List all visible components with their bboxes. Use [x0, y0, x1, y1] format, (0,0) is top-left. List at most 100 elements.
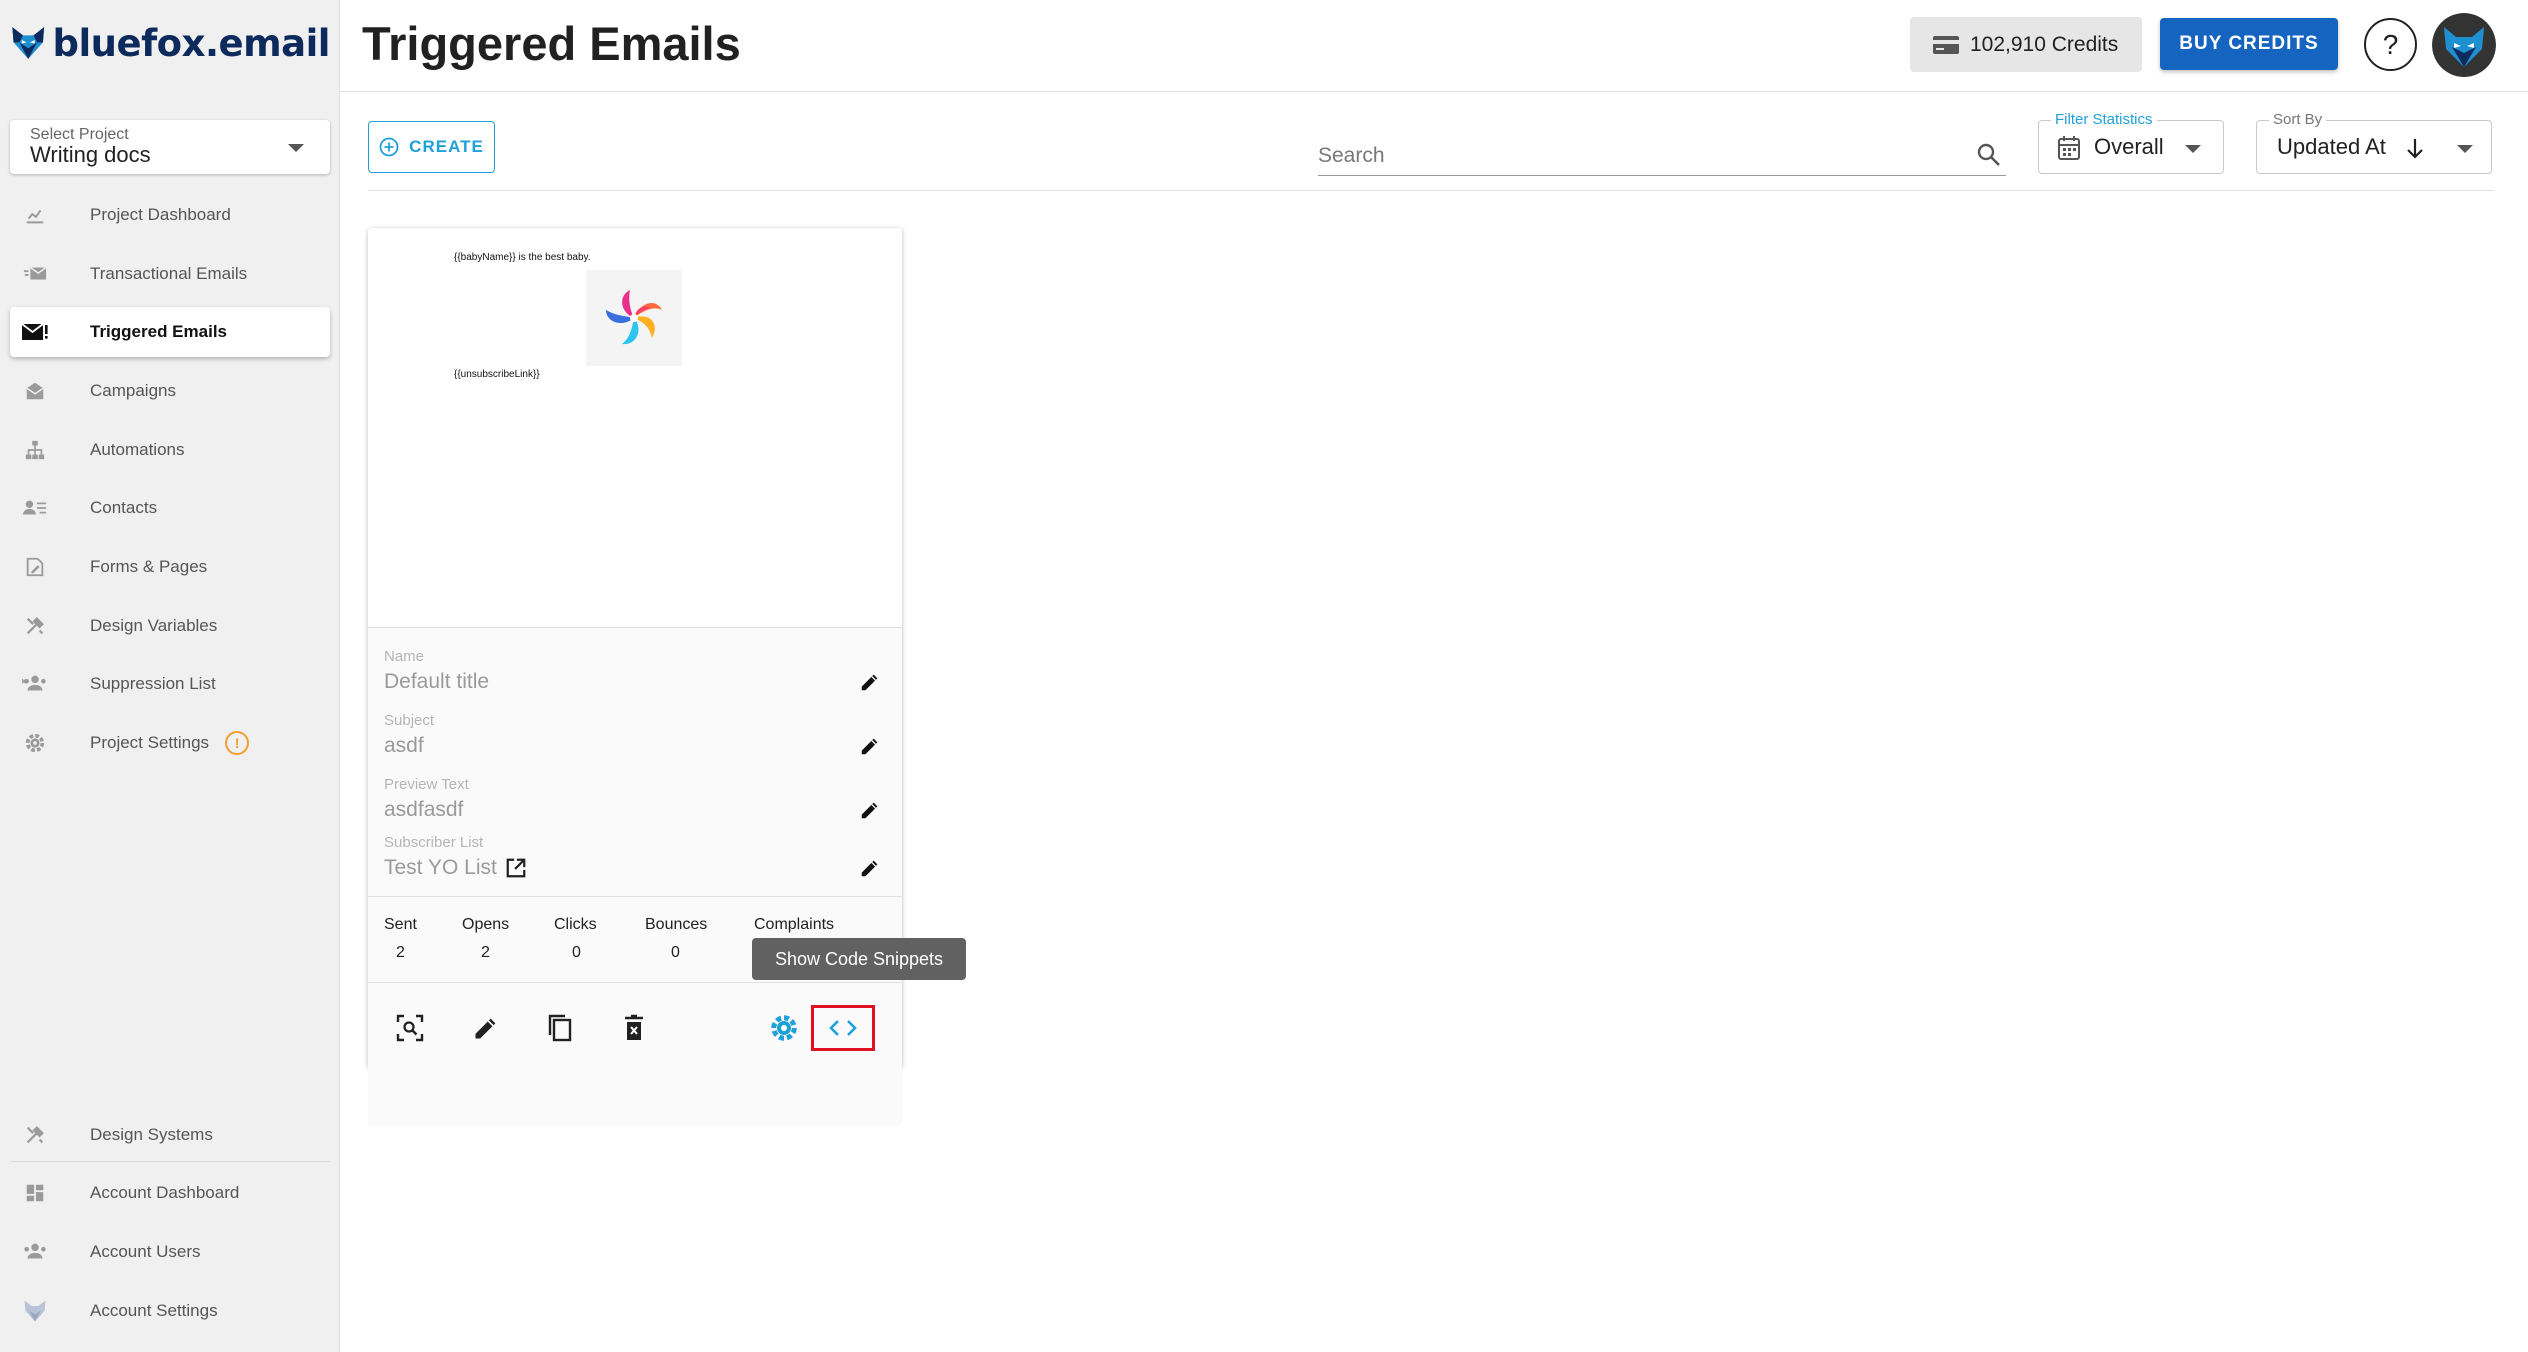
edit-name-button[interactable] [856, 668, 884, 696]
sidebar-item-label: Forms & Pages [90, 557, 208, 576]
filter-statistics-label: Filter Statistics [2051, 111, 2157, 128]
sort-by-select[interactable]: Sort By Updated At [2256, 111, 2492, 174]
tooltip: Show Code Snippets [752, 938, 966, 980]
filter-statistics-select[interactable]: Filter Statistics Overall [2038, 111, 2224, 174]
sidebar-item-label: Account Settings [90, 1301, 218, 1320]
stat-bounces-label: Bounces [645, 916, 708, 933]
credits-display[interactable]: 102,910 Credits [1910, 17, 2142, 72]
calendar-icon [2058, 136, 2080, 160]
name-field-label: Name [384, 648, 425, 665]
credit-card-icon [1933, 35, 1959, 54]
page-title: Triggered Emails [362, 17, 741, 70]
sidebar-item-account-settings[interactable]: Account Settings [10, 1286, 330, 1336]
sidebar-item-campaigns[interactable]: Campaigns [10, 366, 330, 416]
duplicate-button[interactable] [540, 1008, 580, 1048]
open-in-new-icon[interactable] [505, 857, 527, 879]
warning-icon: ! [225, 731, 250, 755]
stats-divider [368, 896, 902, 897]
sidebar-item-contacts[interactable]: Contacts [10, 483, 330, 533]
sidebar-item-project-dashboard[interactable]: Project Dashboard [10, 190, 330, 240]
avatar[interactable] [2432, 13, 2496, 77]
brand-logo[interactable]: bluefox.email [10, 10, 330, 76]
sidebar-item-automations[interactable]: Automations [10, 425, 330, 475]
stat-sent-label: Sent [384, 916, 417, 933]
users-icon [20, 1237, 50, 1267]
sidebar-item-design-systems[interactable]: Design Systems [10, 1110, 330, 1160]
preview-text-field-label: Preview Text [384, 776, 469, 793]
create-button[interactable]: CREATE [368, 121, 495, 173]
stat-clicks-label: Clicks [554, 916, 597, 933]
tools-icon [20, 611, 50, 641]
search-icon[interactable] [1976, 142, 2002, 173]
edit-preview-text-button[interactable] [856, 796, 884, 824]
stat-clicks-value: 0 [572, 944, 581, 961]
sidebar-item-label: Project Settings [90, 733, 210, 752]
mail-fast-icon [20, 259, 50, 289]
chevron-down-icon [2457, 145, 2473, 153]
arrow-down-icon[interactable] [2405, 137, 2425, 161]
stat-complaints-label: Complaints [754, 916, 835, 933]
delete-button[interactable] [614, 1008, 654, 1048]
filter-statistics-value: Overall [2094, 134, 2164, 159]
search-input[interactable]: Search [1318, 140, 2006, 176]
sidebar-item-account-dashboard[interactable]: Account Dashboard [10, 1168, 330, 1218]
preview-text-field-value: asdfasdf [384, 798, 464, 821]
stat-sent-value: 2 [396, 944, 405, 961]
toolbar-divider [368, 190, 2494, 191]
sidebar: bluefox.email Select Project Writing doc… [0, 0, 340, 1352]
pencil-icon [861, 860, 878, 877]
copy-icon [548, 1014, 572, 1042]
sidebar-item-triggered-emails[interactable]: Triggered Emails [10, 307, 330, 357]
sidebar-item-label: Automations [90, 440, 185, 459]
edit-subject-button[interactable] [856, 732, 884, 760]
edit-email-button[interactable] [466, 1008, 506, 1048]
sitemap-icon [20, 435, 50, 465]
project-select-value: Writing docs [30, 142, 151, 167]
subscriber-list-value: Test YO List [384, 856, 497, 879]
project-select[interactable]: Select Project Writing docs [10, 120, 330, 174]
show-code-snippets-button[interactable] [811, 1005, 875, 1051]
buy-credits-button[interactable]: BUY CREDITS [2160, 18, 2338, 70]
sidebar-item-label: Design Variables [90, 616, 218, 635]
trash-icon [625, 1014, 643, 1040]
sidebar-item-suppression-list[interactable]: Suppression List [10, 659, 330, 709]
sidebar-item-label: Contacts [90, 498, 158, 517]
sidebar-item-design-variables[interactable]: Design Variables [10, 601, 330, 651]
add-circle-icon [379, 137, 399, 157]
preview-button[interactable] [390, 1008, 430, 1048]
help-button[interactable]: ? [2364, 18, 2417, 71]
name-field-value: Default title [384, 670, 490, 693]
sidebar-item-transactional-emails[interactable]: Transactional Emails [10, 249, 330, 299]
sidebar-item-forms-pages[interactable]: Forms & Pages [10, 542, 330, 592]
subscriber-list-field[interactable]: Test YO List [384, 856, 527, 880]
settings-button[interactable] [764, 1008, 804, 1048]
stat-bounces-value: 0 [671, 944, 680, 961]
pencil-icon [475, 1018, 496, 1039]
pencil-icon [861, 674, 878, 691]
stat-opens-label: Opens [462, 916, 510, 933]
sort-by-value: Updated At [2277, 134, 2386, 159]
users-block-icon [20, 669, 50, 699]
chevron-down-icon [288, 144, 304, 152]
sidebar-item-project-settings[interactable]: Project Settings ! [10, 718, 330, 768]
tools-icon [20, 1120, 50, 1150]
subject-field-value: asdf [384, 734, 424, 757]
sidebar-item-label: Triggered Emails [90, 322, 227, 341]
actions-divider [368, 982, 902, 983]
gear-icon [20, 728, 50, 758]
sidebar-item-label: Account Users [90, 1242, 201, 1261]
contacts-icon [20, 493, 50, 523]
sidebar-item-label: Suppression List [90, 674, 216, 693]
create-button-label: CREATE [409, 137, 484, 156]
pencil-icon [861, 802, 878, 819]
sidebar-item-label: Design Systems [90, 1125, 213, 1144]
sort-by-label: Sort By [2269, 111, 2327, 128]
dashboard-icon [20, 1178, 50, 1208]
brand-name: bluefox.email [52, 21, 330, 65]
sidebar-item-account-users[interactable]: Account Users [10, 1227, 330, 1277]
email-preview[interactable]: {{babyName}} is the best baby. {{unsubsc… [368, 228, 902, 628]
edit-subscriber-list-button[interactable] [856, 854, 884, 882]
credits-count: 102,910 Credits [1970, 32, 2119, 56]
swirl-logo-icon [606, 290, 662, 345]
fox-logo-icon [12, 27, 45, 59]
